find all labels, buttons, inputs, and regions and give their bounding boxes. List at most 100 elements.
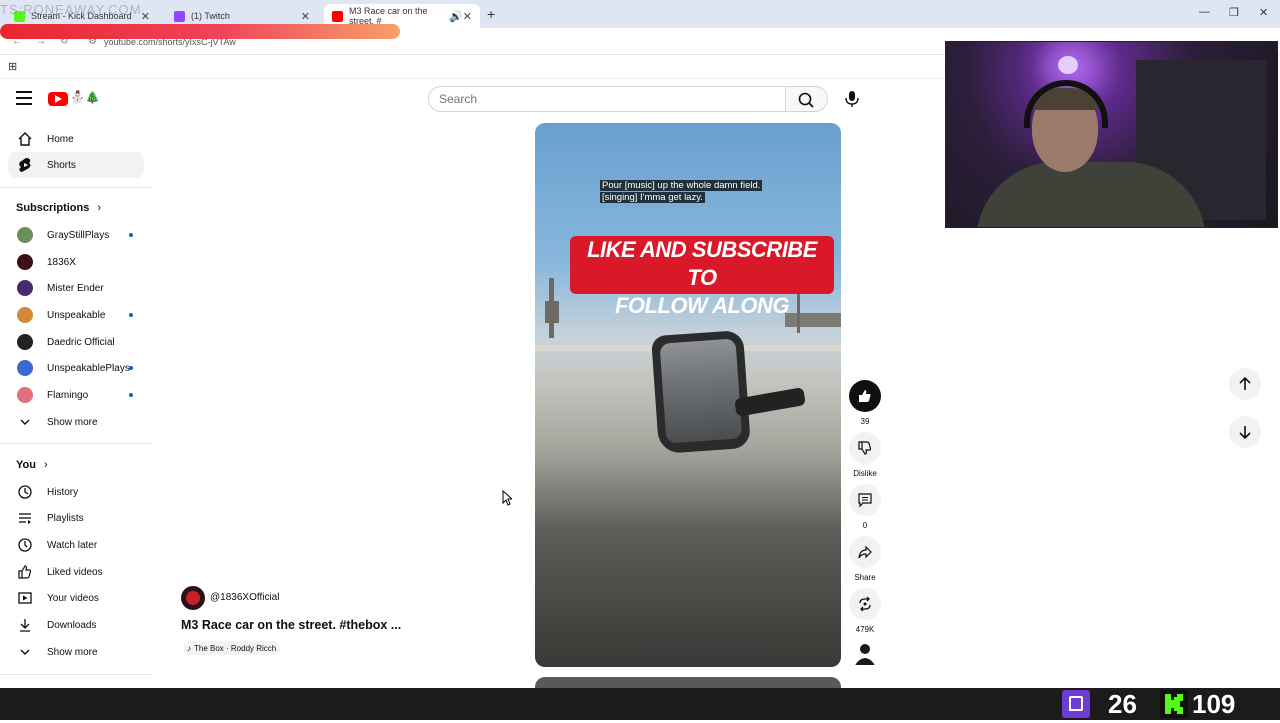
- window-close-icon[interactable]: ✕: [1259, 6, 1268, 19]
- thumbs-up-icon: [849, 380, 881, 412]
- road-sign: [545, 301, 559, 323]
- headset: [1024, 80, 1108, 128]
- thumbs-up-icon: [17, 564, 33, 580]
- sidebar-item-label: 1836X: [47, 256, 76, 268]
- sidebar-item-mister-ender[interactable]: Mister Ender: [8, 275, 144, 301]
- sidebar-item-graystillplays[interactable]: GrayStillPlays: [8, 222, 144, 248]
- search-button[interactable]: [786, 86, 828, 112]
- sidebar-item-liked-videos[interactable]: Liked videos: [8, 559, 144, 585]
- sidebar-item-label: Show more: [47, 646, 98, 658]
- sidebar-item-label: Unspeakable: [47, 309, 106, 321]
- webcam-overlay: [945, 41, 1278, 228]
- subscriptions-heading[interactable]: Subscriptions ›: [16, 202, 101, 214]
- share-button[interactable]: Share: [849, 536, 881, 582]
- sidebar-item-shorts[interactable]: Shorts: [8, 152, 144, 178]
- avatar: [17, 387, 33, 403]
- youtube-favicon-icon: [332, 10, 343, 22]
- mouse-cursor-icon: [502, 490, 512, 506]
- arrow-up-icon: [1239, 376, 1251, 390]
- avatar: [17, 280, 33, 296]
- sidebar-item-your-videos[interactable]: Your videos: [8, 585, 144, 611]
- sidebar-item-label: Home: [47, 133, 74, 145]
- sidebar-item-unspeakable[interactable]: Unspeakable: [8, 302, 144, 328]
- sidebar-item-label: Show more: [47, 416, 98, 428]
- dislike-label: Dislike: [853, 469, 877, 478]
- sidebar-item-unspeakableplays[interactable]: UnspeakablePlays: [8, 355, 144, 381]
- road-pole: [797, 293, 800, 333]
- sidebar-item-label: Liked videos: [47, 566, 103, 578]
- youtube-doodle-icon[interactable]: ⛄🎄: [70, 90, 100, 104]
- new-content-dot: [129, 393, 133, 397]
- side-mirror: [650, 329, 752, 455]
- comment-icon: [849, 484, 881, 516]
- previous-video-button[interactable]: [1229, 368, 1261, 400]
- minimize-icon[interactable]: —: [1199, 6, 1210, 18]
- sound-chip[interactable]: ♪ The Box · Roddy Ricch: [183, 641, 281, 655]
- channel-handle[interactable]: @1836XOfficial: [210, 592, 279, 603]
- sidebar-item-label: Your videos: [47, 592, 99, 604]
- sidebar-divider: [0, 443, 152, 444]
- sidebar-item-label: Watch later: [47, 539, 98, 551]
- maximize-icon[interactable]: ❐: [1229, 6, 1239, 19]
- purple-lamp: [1058, 56, 1078, 74]
- caption-line: Pour [music] up the whole damn field.: [600, 180, 763, 191]
- sidebar-show-more-subscriptions[interactable]: Show more: [8, 409, 144, 435]
- twitch-favicon-icon: [174, 10, 185, 22]
- sidebar-item-history[interactable]: History: [8, 479, 144, 505]
- you-heading[interactable]: You ›: [16, 459, 48, 471]
- sidebar-item-daedric-official[interactable]: Daedric Official: [8, 329, 144, 355]
- closed-caption: Pour [music] up the whole damn field. [s…: [600, 180, 763, 204]
- sound-thumbnail[interactable]: [853, 641, 877, 665]
- caption-line: [singing] I'mma get lazy.: [600, 192, 705, 203]
- close-icon[interactable]: ✕: [141, 10, 150, 23]
- like-button[interactable]: 39: [849, 380, 881, 426]
- playlists-icon: [17, 510, 33, 526]
- video-title[interactable]: M3 Race car on the street. #thebox ...: [181, 618, 401, 632]
- avatar: [17, 227, 33, 243]
- menu-icon[interactable]: [16, 91, 32, 105]
- shorts-icon: [17, 157, 33, 173]
- you-title: You: [16, 459, 36, 471]
- download-icon: [17, 617, 33, 633]
- close-icon[interactable]: ✕: [301, 10, 310, 23]
- twitch-icon: [1062, 690, 1090, 718]
- home-icon: [17, 131, 33, 147]
- music-note-icon: ♪: [187, 643, 191, 653]
- sidebar-item-watch-later[interactable]: Watch later: [8, 532, 144, 558]
- avatar: [17, 254, 33, 270]
- sidebar-item-label: Daedric Official: [47, 336, 115, 348]
- stream-overlay-text: TS:RONEAWAY.COM: [0, 2, 142, 17]
- sidebar-item-downloads[interactable]: Downloads: [8, 612, 144, 638]
- sidebar-divider: [0, 187, 152, 188]
- search-input[interactable]: [428, 86, 786, 112]
- speaker-icon[interactable]: 🔊: [449, 10, 463, 23]
- new-content-dot: [129, 233, 133, 237]
- stream-overlay-bar: [0, 24, 400, 39]
- comment-count: 0: [862, 521, 868, 530]
- sidebar-item-1836x[interactable]: 1836X: [8, 249, 144, 275]
- sidebar-item-flamingo[interactable]: Flamingo: [8, 382, 144, 408]
- like-count: 39: [860, 417, 870, 426]
- voice-search-button[interactable]: [838, 86, 866, 112]
- youtube-logo-icon[interactable]: [48, 92, 68, 106]
- channel-avatar[interactable]: [181, 586, 205, 610]
- thumbs-down-icon: [849, 432, 881, 464]
- close-icon[interactable]: ✕: [463, 10, 472, 23]
- twitch-viewer-count: 26: [1108, 689, 1137, 719]
- sidebar-item-playlists[interactable]: Playlists: [8, 505, 144, 531]
- chevron-down-icon: [17, 414, 33, 430]
- sidebar-show-more-you[interactable]: Show more: [8, 639, 144, 665]
- kick-viewer-count: 109: [1192, 689, 1236, 719]
- dislike-button[interactable]: Dislike: [849, 432, 881, 478]
- new-tab-icon[interactable]: +: [487, 6, 495, 22]
- share-icon: [849, 536, 881, 568]
- kick-icon: [1160, 690, 1188, 718]
- comments-button[interactable]: 0: [849, 484, 881, 530]
- shorts-video-player[interactable]: Pour [music] up the whole damn field. [s…: [535, 123, 841, 667]
- next-video-button[interactable]: [1229, 416, 1261, 448]
- remix-button[interactable]: 479K: [849, 588, 881, 634]
- sidebar-item-home[interactable]: Home: [8, 126, 144, 152]
- video-icon: [17, 590, 33, 606]
- apps-icon[interactable]: ⊞: [8, 60, 17, 73]
- subscribe-banner: LIKE AND SUBSCRIBE TO FOLLOW ALONG: [570, 236, 834, 318]
